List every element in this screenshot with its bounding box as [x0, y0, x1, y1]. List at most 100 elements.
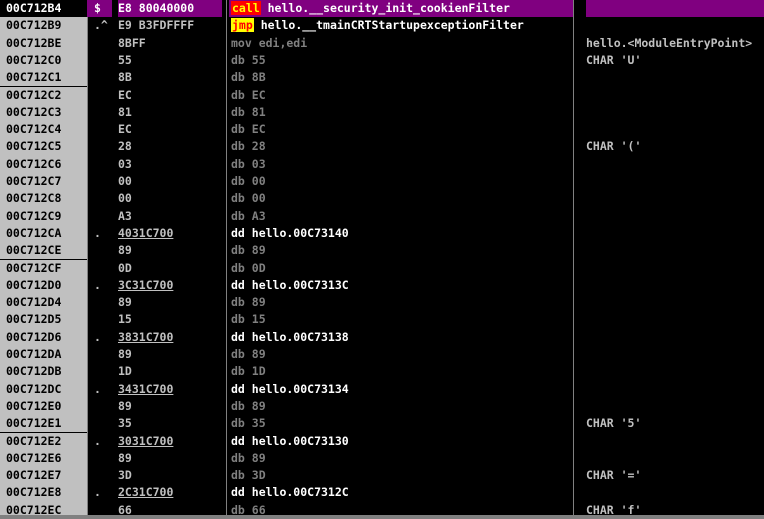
instruction-row[interactable]: 00C712D5 15 db 15 — [0, 311, 764, 329]
disassembly-cell: dd hello.00C73140 — [231, 225, 349, 240]
address-cell: 00C712D6 — [0, 328, 87, 346]
jump-marker — [92, 242, 112, 259]
address-cell: 00C712E1 — [0, 415, 87, 433]
jump-marker — [92, 190, 112, 207]
comment-cell — [586, 156, 764, 173]
disassembly-cell: dd hello.00C73130 — [231, 433, 349, 448]
disassembly-pane[interactable]: 00C712B4 $ E8 80040000 call hello.__securit… — [0, 0, 764, 519]
instruction-row[interactable]: 00C712E2. 3031C700 dd hello.00C73130 — [0, 432, 764, 450]
comment-cell — [586, 87, 764, 104]
instruction-row[interactable]: 00C712D6. 3831C700 dd hello.00C73138 — [0, 328, 764, 346]
operand-text: hello.__tmainCRTStartupexceptionFilter — [253, 18, 524, 33]
comment-cell — [586, 121, 764, 138]
disassembly-cell: db 89 — [231, 347, 266, 361]
mnemonic-jmp: jmp — [231, 18, 254, 33]
hex-dump-cell: 28 — [118, 139, 132, 154]
jump-marker — [92, 208, 112, 225]
instruction-row[interactable]: 00C712C1 8B db 8B — [0, 69, 764, 87]
hex-dump-cell: 00 — [118, 174, 132, 188]
instruction-row[interactable]: 00C712C9 A3 db A3 — [0, 207, 764, 225]
disassembly-cell: db A3 — [231, 208, 266, 223]
disassembly-cell: db 03 — [231, 156, 266, 171]
jump-marker — [92, 138, 112, 155]
comment-cell — [586, 0, 764, 18]
comment-cell — [586, 225, 764, 242]
instruction-row[interactable]: 00C712DB 1D db 1D — [0, 363, 764, 381]
disassembly-cell: db EC — [231, 122, 266, 137]
instruction-row[interactable]: 00C712C6 03 db 03 — [0, 155, 764, 173]
instruction-row[interactable]: 00C712D0. 3C31C700 dd hello.00C7313C — [0, 276, 764, 295]
jump-marker: $ — [92, 0, 112, 18]
instruction-row[interactable]: 00C712B9 .^ E9 B3FDFFFF jmp hello.__tmainCR… — [0, 17, 764, 35]
jump-marker: . — [94, 329, 101, 344]
instruction-row[interactable]: 00C712E7 3D db 3D CHAR '=' — [0, 467, 764, 485]
disassembly-cell: db 89 — [231, 398, 266, 413]
disassembly-cell: db 89 — [231, 295, 266, 310]
jump-marker — [92, 415, 112, 432]
instruction-row[interactable]: 00C712DC. 3431C700 dd hello.00C73134 — [0, 380, 764, 398]
disassembly-cell: db 15 — [231, 312, 266, 327]
comment-cell — [586, 104, 764, 121]
instruction-row[interactable]: 00C712C4 EC db EC — [0, 121, 764, 139]
disassembly-cell: db 0D — [231, 260, 266, 275]
jump-marker — [92, 121, 112, 138]
instruction-row[interactable]: 00C712C0 55 db 55 CHAR 'U' — [0, 51, 764, 70]
instruction-row[interactable]: 00C712CE 89 db 89 — [0, 242, 764, 260]
comment-cell — [586, 260, 764, 277]
jump-marker: . — [94, 381, 101, 396]
disassembly-cell: dd hello.00C7312C — [231, 485, 349, 500]
address-cell: 00C712C0 — [0, 51, 87, 70]
address-cell: 00C712CF — [0, 259, 87, 277]
address-cell: 00C712C7 — [0, 173, 87, 191]
hex-dump-cell: 8B — [118, 70, 132, 85]
instruction-row[interactable]: 00C712C2 EC db EC — [0, 86, 764, 104]
comment-cell: CHAR '(' — [586, 139, 642, 154]
hex-dump-cell: 03 — [118, 156, 132, 171]
jump-marker: . — [94, 485, 101, 500]
instruction-row[interactable]: 00C712BE 8BFF mov edi,edi hello.<ModuleEntr… — [0, 34, 764, 52]
hex-dump-cell: 55 — [118, 52, 132, 67]
horizontal-scrollbar[interactable] — [0, 515, 764, 519]
instruction-row[interactable]: 00C712D4 89 db 89 — [0, 294, 764, 312]
instruction-row[interactable]: 00C712E6 89 db 89 — [0, 449, 764, 468]
instruction-row[interactable]: 00C712DA 89 db 89 — [0, 346, 764, 364]
hex-dump-cell: 8BFF — [118, 35, 146, 50]
comment-cell — [586, 242, 764, 259]
address-cell: 00C712DC — [0, 380, 87, 398]
jump-marker — [92, 467, 112, 484]
address-cell: 00C712D5 — [0, 311, 87, 329]
disassembly-cell: db 00 — [231, 174, 266, 188]
address-cell: 00C712C5 — [0, 138, 87, 156]
jump-marker — [92, 52, 112, 69]
disassembly-cell: dd hello.00C7313C — [231, 277, 349, 292]
instruction-row[interactable]: 00C712C8 00 db 00 — [0, 190, 764, 208]
jump-marker — [92, 363, 112, 380]
comment-cell — [586, 190, 764, 207]
instruction-row[interactable]: 00C712C7 00 db 00 — [0, 173, 764, 191]
disassembly-cell: dd hello.00C73134 — [231, 381, 349, 396]
instruction-row[interactable]: 00C712E0 89 db 89 — [0, 397, 764, 416]
selected-instruction-row[interactable]: 00C712B4 $ E8 80040000 call hello.__securit… — [0, 0, 764, 18]
hex-dump-cell: 00 — [118, 191, 132, 206]
jump-marker — [92, 346, 112, 363]
hex-dump-cell: E8 80040000 — [118, 0, 222, 18]
selection-highlight — [87, 0, 92, 18]
operand-text: hello.__security_init_cookienFilter — [260, 1, 510, 15]
address-cell: 00C712B9 — [0, 17, 87, 35]
instruction-row[interactable]: 00C712C5 28 db 28 CHAR '(' — [0, 138, 764, 156]
instruction-row[interactable]: 00C712CA. 4031C700 dd hello.00C73140 — [0, 224, 764, 243]
address-cell: 00C712CA — [0, 224, 87, 243]
comment-cell — [586, 208, 764, 225]
comment-cell — [586, 17, 764, 34]
jump-marker: . — [94, 433, 101, 448]
disassembly-cell: db 55 — [231, 52, 266, 67]
instruction-row[interactable]: 00C712C3 81 db 81 — [0, 103, 764, 122]
address-cell: 00C712E0 — [0, 397, 87, 416]
instruction-row[interactable]: 00C712E1 35 db 35 CHAR '5' — [0, 415, 764, 433]
instruction-row[interactable]: 00C712CF 0D db 0D — [0, 259, 764, 277]
address-cell: 00C712BE — [0, 34, 87, 52]
instruction-row[interactable]: 00C712E8. 2C31C700 dd hello.00C7312C — [0, 484, 764, 502]
comment-cell — [586, 484, 764, 501]
address-cell: 00C712B4 — [0, 0, 87, 18]
comment-cell: CHAR '=' — [586, 468, 642, 483]
